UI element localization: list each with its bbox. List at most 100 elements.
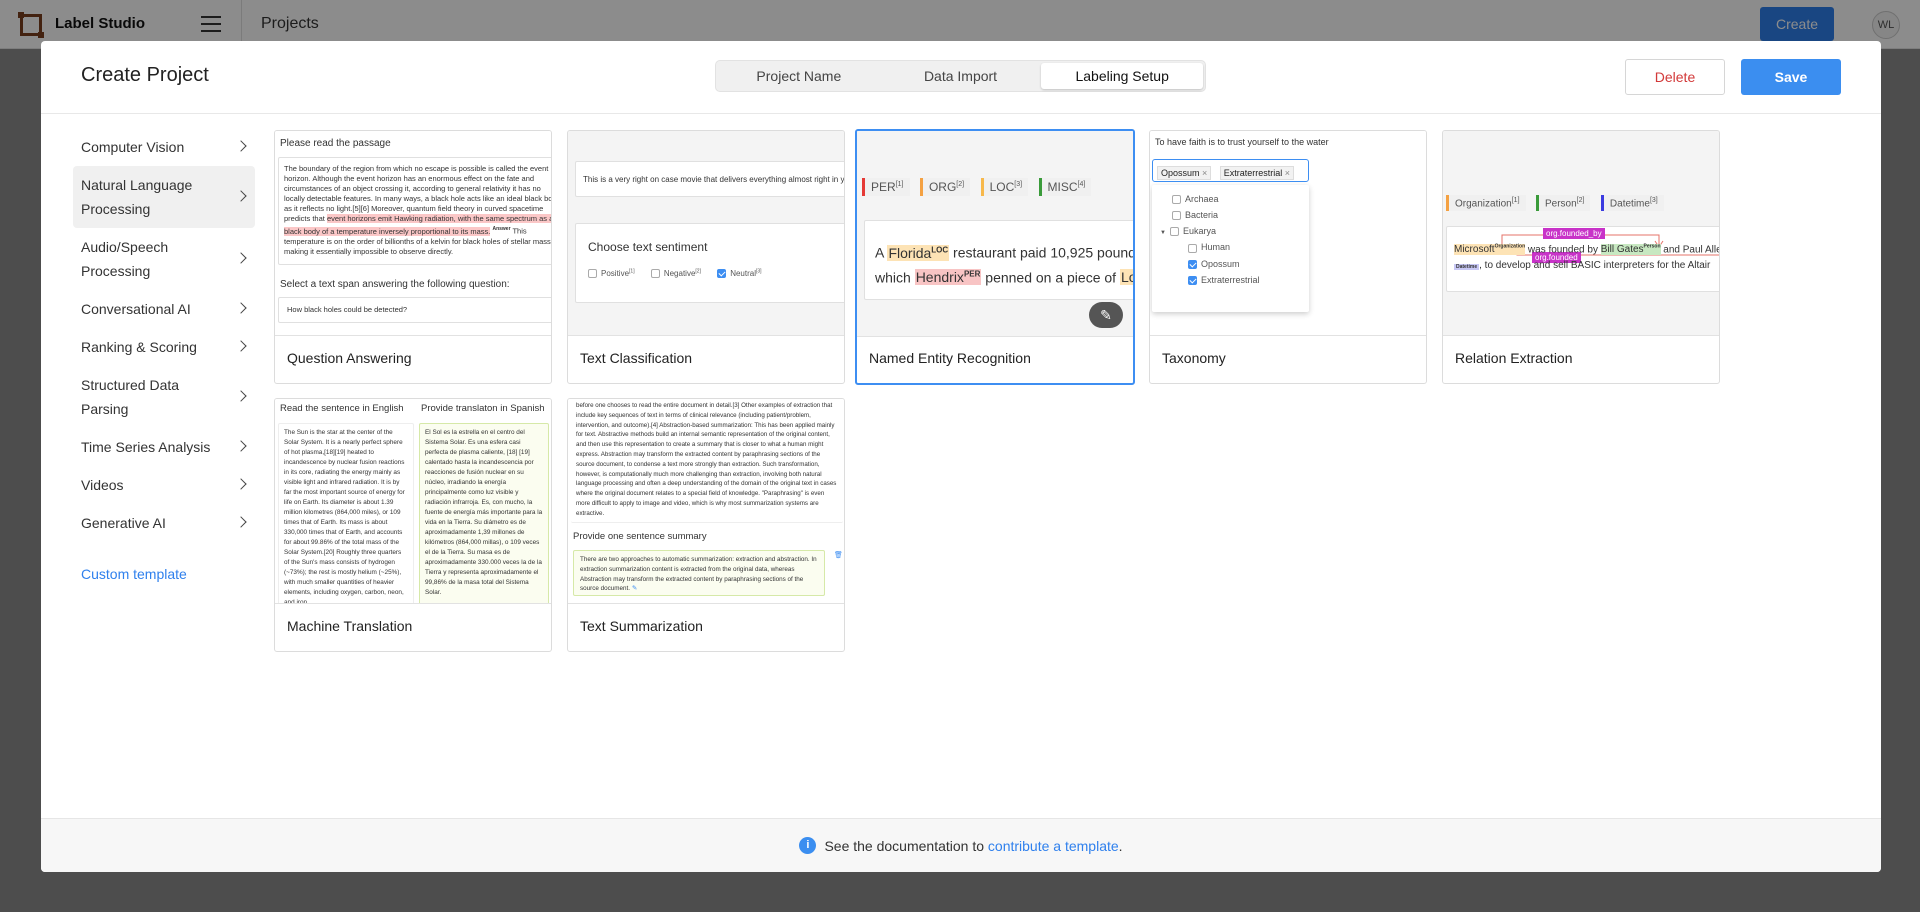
close-icon: × [1202,168,1208,178]
qa-question: How black holes could be detected? [278,297,551,323]
template-card-taxonomy[interactable]: To have faith is to trust yourself to th… [1149,130,1427,384]
mt-right-heading: Provide translaton in Spanish [421,403,545,414]
re-entity-person[interactable]: Bill GatesPerson [1600,244,1661,256]
ner-entity-per[interactable]: HendrixPER [914,269,982,286]
ner-tag-loc[interactable]: LOC[3] [980,178,1029,196]
ner-tag-per[interactable]: PER[1] [862,178,910,196]
tax-option-human[interactable]: Human [1152,239,1309,255]
sidebar-item-structured-data[interactable]: Structured Data Parsing [73,366,255,428]
template-preview: before one chooses to read the entire do… [568,399,844,604]
caret-down-icon: ▼ [1160,230,1166,237]
tc-choice-negative[interactable]: Negative[2] [650,268,701,279]
tab-labeling-setup[interactable]: Labeling Setup [1041,63,1204,89]
mt-translation-input[interactable]: El Sol es la estrella en el centro del S… [419,423,549,603]
template-preview: PER[1] ORG[2] LOC[3] MISC[4] A FloridaLO… [857,131,1133,337]
tc-choice-neutral[interactable]: Neutral[3] [717,268,762,279]
checkbox-icon [650,269,660,279]
custom-template-link[interactable]: Custom template [81,566,187,582]
sidebar-item-label: Computer Vision [81,139,185,155]
template-name: Question Answering [287,350,412,366]
tax-selected-chip[interactable]: Extraterrestrial × [1219,166,1295,180]
magic-wand-icon[interactable]: ✎ [1089,302,1123,328]
modal-title: Create Project [81,64,209,86]
sidebar-item-label: Audio/Speech Processing [81,239,169,279]
template-preview: Read the sentence in English Provide tra… [275,399,551,604]
tab-project-name[interactable]: Project Name [718,63,880,89]
tax-option-bacteria[interactable]: Bacteria [1152,207,1309,223]
template-preview: Organization[1] Person[2] Datetime[3] or… [1443,131,1719,336]
tc-choice-positive[interactable]: Positive[1] [588,268,635,279]
sidebar-item-time-series[interactable]: Time Series Analysis [73,428,255,466]
tab-data-import[interactable]: Data Import [880,63,1042,89]
close-icon: × [1284,168,1291,178]
sidebar-item-conversational-ai[interactable]: Conversational AI [73,290,255,328]
chevron-right-icon [235,440,247,452]
sidebar-item-label: Videos [81,477,124,493]
chevron-right-icon [235,190,247,202]
ner-tags: PER[1] ORG[2] LOC[3] MISC[4] [862,178,1097,196]
ner-entity-loc-2[interactable]: London [1119,269,1133,286]
template-name: Text Summarization [580,618,703,634]
create-project-modal: Create Project Project Name Data Import … [41,41,1881,872]
contribute-template-link[interactable]: contribute a template [988,838,1119,854]
save-button[interactable]: Save [1741,59,1841,95]
tc-text: This is a very right on case movie that … [575,161,844,197]
chevron-right-icon [235,140,247,152]
template-card-text-classification[interactable]: This is a very right on case movie that … [567,130,845,384]
template-card-ner[interactable]: PER[1] ORG[2] LOC[3] MISC[4] A FloridaLO… [855,129,1135,385]
re-text-line1: MicrosoftOrganization was founded by Bil… [1454,244,1719,256]
modal-header: Create Project Project Name Data Import … [41,41,1881,114]
checkbox-checked-icon [1188,259,1197,269]
delete-button[interactable]: Delete [1625,59,1725,95]
modal-footer: i See the documentation to contribute a t… [41,818,1881,872]
re-entity-datetime[interactable]: Datetime [1454,264,1480,270]
chevron-right-icon [235,340,247,352]
ts-summary-text[interactable]: There are two approaches to automatic su… [573,550,825,596]
checkbox-icon [1172,195,1181,205]
sidebar-item-label: Structured Data Parsing [81,377,180,417]
checkbox-icon [1188,243,1197,253]
sidebar-item-ranking-scoring[interactable]: Ranking & Scoring [73,328,255,366]
tax-option-eukarya[interactable]: ▼ Eukarya [1152,223,1309,239]
sidebar-item-label: Conversational AI [81,301,191,317]
sidebar-item-label: Generative AI [81,515,166,531]
qa-answer-highlight[interactable]: event horizons emit Hawking radiation, w… [284,214,551,236]
ner-text: A FloridaLOC restaurant paid 10,925 poun… [864,220,1133,300]
ner-tag-misc[interactable]: MISC[4] [1038,178,1092,196]
re-tag-organization[interactable]: Organization[1] [1446,194,1526,211]
tax-option-opossum[interactable]: Opossum [1152,256,1309,272]
sidebar-item-nlp[interactable]: Natural Language Processing [73,166,255,228]
info-icon: i [799,837,817,855]
delete-icon[interactable]: 🗑 [834,551,843,559]
sidebar-item-audio-speech[interactable]: Audio/Speech Processing [73,228,255,290]
template-name: Taxonomy [1162,350,1226,366]
checkbox-checked-icon [717,269,727,279]
sidebar-item-label: Natural Language Processing [81,177,193,217]
ts-passage: before one chooses to read the entire do… [571,399,843,523]
re-relation-founded-by[interactable]: org.founded_by [1543,228,1605,239]
template-category-sidebar: Computer Vision Natural Language Process… [73,128,255,542]
template-card-text-summarization[interactable]: before one chooses to read the entire do… [567,398,845,652]
template-name: Machine Translation [287,618,413,634]
chevron-right-icon [235,516,247,528]
re-tag-person[interactable]: Person[2] [1535,194,1591,211]
tax-option-archaea[interactable]: Archaea [1152,191,1309,207]
footer-suffix: . [1118,838,1123,854]
template-card-relation-extraction[interactable]: Organization[1] Person[2] Datetime[3] or… [1442,130,1720,384]
re-entity-organization[interactable]: MicrosoftOrganization [1454,244,1526,256]
template-card-machine-translation[interactable]: Read the sentence in English Provide tra… [274,398,552,652]
template-name: Relation Extraction [1455,350,1573,366]
tc-choice-heading: Choose text sentiment [588,240,708,254]
re-text-line2: Datetime, to develop and sell BASIC inte… [1454,260,1711,271]
re-tag-datetime[interactable]: Datetime[3] [1600,194,1664,211]
sidebar-item-videos[interactable]: Videos [73,466,255,504]
ner-tag-org[interactable]: ORG[2] [919,178,971,196]
ner-entity-loc[interactable]: FloridaLOC [887,244,950,261]
tc-choices-box: Choose text sentiment Positive[1] Negati… [575,223,844,303]
tax-select-input[interactable]: Opossum × Extraterrestrial × [1152,159,1309,182]
tax-option-extraterrestrial[interactable]: Extraterrestrial [1152,272,1309,288]
sidebar-item-generative-ai[interactable]: Generative AI [73,504,255,542]
template-card-question-answering[interactable]: Please read the passage The boundary of … [274,130,552,384]
tax-selected-chip[interactable]: Opossum × [1157,166,1212,180]
sidebar-item-computer-vision[interactable]: Computer Vision [73,128,255,166]
